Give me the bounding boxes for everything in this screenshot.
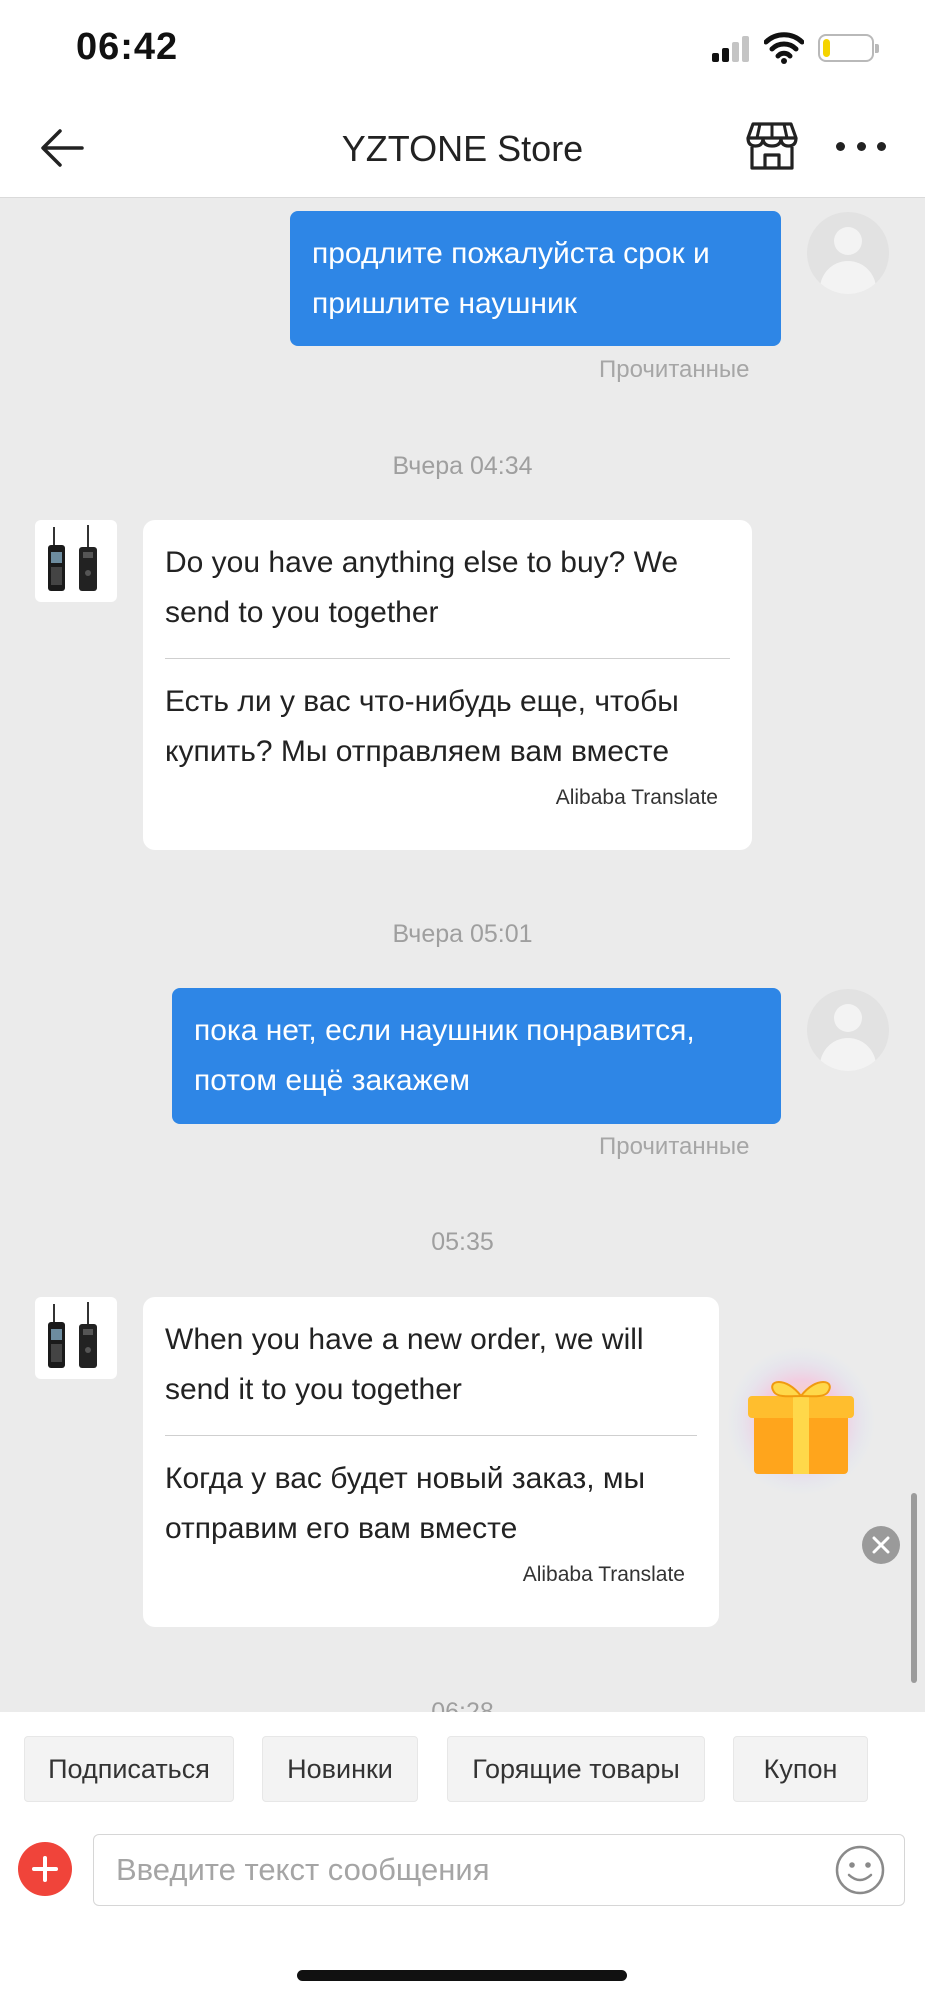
original-text-line: Do you have anything else to buy? We [165,546,679,579]
chat-header: YZTONE Store [0,100,925,198]
scrollbar[interactable] [911,1493,917,1683]
quick-action-subscribe[interactable]: Подписаться [24,1736,234,1802]
timestamp: 06:28 [431,1698,494,1712]
home-indicator[interactable] [297,1970,627,1981]
original-text-line: When you have a new order, we will [165,1323,644,1356]
incoming-message-bubble[interactable]: Do you have anything else to buy? We sen… [143,520,752,850]
cellular-signal-icon [712,36,752,62]
quick-actions-bar: Подписаться Новинки Горящие товары Купон [0,1712,925,1824]
translation-divider [165,1435,697,1436]
battery-icon [818,34,879,62]
message-composer [0,1824,925,1924]
timestamp: Вчера 04:34 [392,452,533,480]
read-status: Прочитанные [599,356,750,383]
quick-action-hot-deals[interactable]: Горящие товары [447,1736,705,1802]
battery-level [823,39,830,57]
quick-action-new-arrivals[interactable]: Новинки [262,1736,418,1802]
store-avatar[interactable] [35,520,117,602]
outgoing-message-bubble[interactable]: пока нет, если наушник понравится, потом… [172,988,781,1124]
more-options-button[interactable] [836,126,886,166]
user-avatar [807,212,889,294]
message-text-line: пришлите наушник [312,287,577,320]
wifi-icon [764,32,804,64]
close-promo-button[interactable] [862,1526,900,1564]
incoming-message-bubble[interactable]: When you have a new order, we will send … [143,1297,719,1627]
message-text-line: пока нет, если наушник понравится, [194,1014,695,1047]
read-status: Прочитанные [599,1133,750,1160]
walkie-talkie-icon [48,525,97,591]
message-text-line: потом ещё закажем [194,1064,470,1097]
outgoing-message-bubble[interactable]: продлите пожалуйста срок и пришлите науш… [290,211,781,346]
storefront-icon [746,122,798,170]
translated-text-line: купить? Мы отправляем вам вместе [165,735,670,768]
gift-box-icon [727,1347,875,1495]
original-text-line: send it to you together [165,1373,462,1406]
emoji-button[interactable] [834,1844,886,1896]
add-attachment-button[interactable] [18,1842,72,1896]
translation-source-label: Alibaba Translate [555,786,718,809]
more-horizontal-icon [836,141,845,151]
user-avatar [807,989,889,1071]
walkie-talkie-icon [48,1302,97,1368]
close-icon [872,1536,890,1554]
translation-divider [165,658,730,659]
status-bar: 06:42 [0,0,925,100]
message-text-line: продлите пожалуйста срок и [312,237,710,270]
translation-source-label: Alibaba Translate [522,1563,685,1586]
smiley-icon [835,1845,885,1895]
status-time: 06:42 [76,26,179,68]
translated-text-line: Когда у вас будет новый заказ, мы [165,1462,646,1495]
store-button[interactable] [744,118,800,174]
quick-action-coupon[interactable]: Купон [733,1736,868,1802]
message-input[interactable] [93,1834,905,1906]
original-text-line: send to you together [165,596,439,629]
translated-text-line: отправим его вам вместе [165,1512,518,1545]
timestamp: Вчера 05:01 [392,920,533,948]
gift-promo-button[interactable] [726,1346,876,1496]
store-avatar[interactable] [35,1297,117,1379]
timestamp: 05:35 [431,1228,494,1256]
translated-text-line: Есть ли у вас что-нибудь еще, чтобы [165,685,679,718]
